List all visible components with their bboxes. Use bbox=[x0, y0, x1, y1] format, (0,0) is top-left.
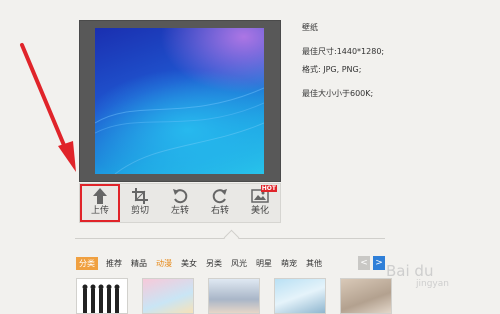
category-tab-beauty[interactable]: 美女 bbox=[181, 258, 197, 269]
info-best-size: 最佳尺寸:1440*1280; bbox=[302, 47, 385, 56]
category-tab-scenery[interactable]: 风光 bbox=[231, 258, 247, 269]
watermark-sub: jingyan bbox=[416, 279, 449, 289]
category-tabs: 分类 推荐 精品 动漫 美女 另类 风光 明星 萌宠 其他 bbox=[76, 256, 331, 270]
info-title: 壁纸 bbox=[302, 23, 318, 32]
crop-button[interactable]: 剪切 bbox=[120, 184, 160, 222]
rotate-left-label: 左转 bbox=[170, 206, 189, 216]
category-tab-stars[interactable]: 明星 bbox=[256, 258, 272, 269]
next-page-button[interactable]: > bbox=[373, 256, 385, 270]
beautify-label: 美化 bbox=[250, 206, 269, 216]
upload-label: 上传 bbox=[90, 206, 109, 216]
category-tab-alternative[interactable]: 另类 bbox=[206, 258, 222, 269]
rotate-right-label: 右转 bbox=[210, 206, 229, 216]
category-tab-classify[interactable]: 分类 bbox=[76, 256, 98, 270]
beautify-button[interactable]: HOT 美化 bbox=[240, 184, 280, 222]
category-tab-featured[interactable]: 精品 bbox=[131, 258, 147, 269]
watermark-logo: Bai du bbox=[386, 262, 434, 280]
rotate-left-icon bbox=[173, 189, 188, 204]
baidu-watermark: Bai du jingyan bbox=[386, 262, 449, 289]
divider-notch bbox=[223, 229, 240, 246]
wallpaper-preview bbox=[79, 20, 281, 182]
info-max-size: 最佳大小小于600K; bbox=[302, 89, 374, 98]
upload-button[interactable]: 上传 bbox=[80, 184, 120, 222]
category-tab-other[interactable]: 其他 bbox=[306, 258, 322, 269]
rotate-right-button[interactable]: 右转 bbox=[200, 184, 240, 222]
rotate-left-button[interactable]: 左转 bbox=[160, 184, 200, 222]
hot-badge: HOT bbox=[260, 185, 277, 192]
rotate-right-icon bbox=[212, 189, 227, 204]
prev-page-button[interactable]: < bbox=[358, 256, 370, 270]
image-toolbar: 上传 剪切 左转 右转 HOT 美化 bbox=[79, 183, 281, 223]
crop-label: 剪切 bbox=[130, 206, 149, 216]
upload-icon bbox=[93, 188, 107, 204]
info-format: 格式: JPG, PNG; bbox=[302, 65, 362, 74]
category-tab-recommend[interactable]: 推荐 bbox=[106, 258, 122, 269]
category-tab-anime[interactable]: 动漫 bbox=[156, 258, 172, 269]
wallpaper-image bbox=[95, 28, 264, 174]
crop-icon bbox=[132, 188, 148, 204]
category-tab-pets[interactable]: 萌宠 bbox=[281, 258, 297, 269]
